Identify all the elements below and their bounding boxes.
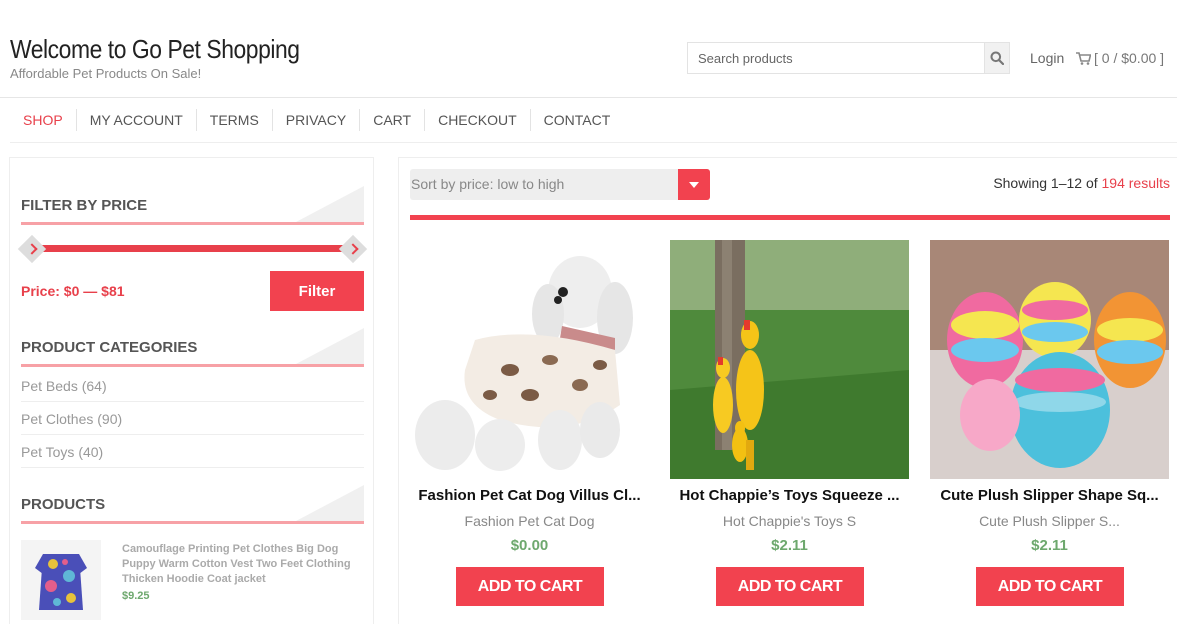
- product-subtitle: Cute Plush Slipper S...: [979, 513, 1120, 529]
- product-subtitle: Hot Chappie's Toys S: [722, 513, 857, 529]
- divider: [410, 215, 1170, 220]
- product-price: $0.00: [510, 537, 549, 554]
- nav-item-privacy[interactable]: PRIVACY: [271, 109, 359, 131]
- product-image[interactable]: [670, 240, 909, 479]
- dropdown-arrow-icon[interactable]: [678, 169, 710, 200]
- product-price: $2.11: [771, 537, 808, 554]
- sort-select-value: Sort by price: low to high: [411, 176, 565, 192]
- price-range-label: Price: $0 — $81: [21, 283, 125, 299]
- search-form: [687, 42, 1010, 74]
- sidebar-product-item[interactable]: Camouflage Printing Pet Clothes Big Dog …: [21, 540, 364, 624]
- sidebar-product-title[interactable]: Camouflage Printing Pet Clothes Big Dog …: [122, 542, 362, 587]
- product-image[interactable]: [410, 240, 649, 479]
- result-count: Showing 1–12 of 194 results: [993, 175, 1170, 191]
- login-link[interactable]: Login: [1030, 50, 1064, 66]
- category-pet-clothes[interactable]: Pet Clothes (90): [21, 402, 364, 435]
- main-navigation: SHOP MY ACCOUNT TERMS PRIVACY CART CHECK…: [10, 98, 1177, 143]
- search-icon: [990, 51, 1004, 65]
- add-to-cart-button[interactable]: ADD TO CART: [976, 567, 1124, 606]
- nav-item-checkout[interactable]: CHECKOUT: [424, 109, 530, 131]
- add-to-cart-button[interactable]: ADD TO CART: [716, 567, 864, 606]
- cart-icon: [1076, 51, 1091, 65]
- widget-title-filter-price: FILTER BY PRICE: [21, 186, 364, 225]
- filter-button[interactable]: Filter: [270, 271, 364, 311]
- product-title[interactable]: Hot Chappie’s Toys Squeeze ...: [670, 487, 909, 504]
- price-range-slider[interactable]: [17, 234, 368, 264]
- nav-item-contact[interactable]: CONTACT: [529, 109, 624, 131]
- add-to-cart-button[interactable]: ADD TO CART: [456, 567, 604, 606]
- product-title[interactable]: Fashion Pet Cat Dog Villus Cl...: [410, 487, 649, 504]
- sort-select[interactable]: Sort by price: low to high: [410, 169, 710, 200]
- site-title[interactable]: Welcome to Go Pet Shopping: [10, 34, 300, 65]
- chevron-right-icon[interactable]: [338, 234, 368, 264]
- product-listing: Sort by price: low to high Showing 1–12 …: [398, 157, 1177, 624]
- nav-item-shop[interactable]: SHOP: [10, 109, 76, 131]
- sidebar-product-thumbnail[interactable]: [21, 540, 101, 620]
- chevron-left-icon[interactable]: [17, 234, 47, 264]
- price-range-track: [33, 245, 352, 252]
- product-card: Fashion Pet Cat Dog Villus Cl... Fashion…: [410, 240, 649, 620]
- header-cart-link[interactable]: [ 0 / $0.00 ]: [1076, 50, 1164, 66]
- site-tagline: Affordable Pet Products On Sale!: [10, 66, 202, 81]
- product-image[interactable]: [930, 240, 1169, 479]
- search-input[interactable]: [688, 43, 984, 73]
- nav-item-terms[interactable]: TERMS: [195, 109, 272, 131]
- category-pet-beds[interactable]: Pet Beds (64): [21, 369, 364, 402]
- product-title[interactable]: Cute Plush Slipper Shape Sq...: [930, 487, 1169, 504]
- cart-summary: [ 0 / $0.00 ]: [1094, 50, 1165, 66]
- sidebar-product-price: $9.25: [122, 590, 150, 602]
- nav-item-cart[interactable]: CART: [359, 109, 424, 131]
- product-card: Cute Plush Slipper Shape Sq... Cute Plus…: [930, 240, 1169, 620]
- site-header: Welcome to Go Pet Shopping Affordable Pe…: [0, 0, 1177, 98]
- search-button[interactable]: [984, 43, 1009, 73]
- category-pet-toys[interactable]: Pet Toys (40): [21, 435, 364, 468]
- nav-item-my-account[interactable]: MY ACCOUNT: [75, 109, 196, 131]
- product-price: $2.11: [1031, 537, 1068, 554]
- sidebar: FILTER BY PRICE Price: $0 — $81 Filter P…: [9, 157, 374, 624]
- widget-title-products: PRODUCTS: [21, 485, 364, 524]
- product-subtitle: Fashion Pet Cat Dog: [464, 513, 595, 529]
- widget-title-product-categories: PRODUCT CATEGORIES: [21, 328, 364, 367]
- product-card: Hot Chappie’s Toys Squeeze ... Hot Chapp…: [670, 240, 909, 620]
